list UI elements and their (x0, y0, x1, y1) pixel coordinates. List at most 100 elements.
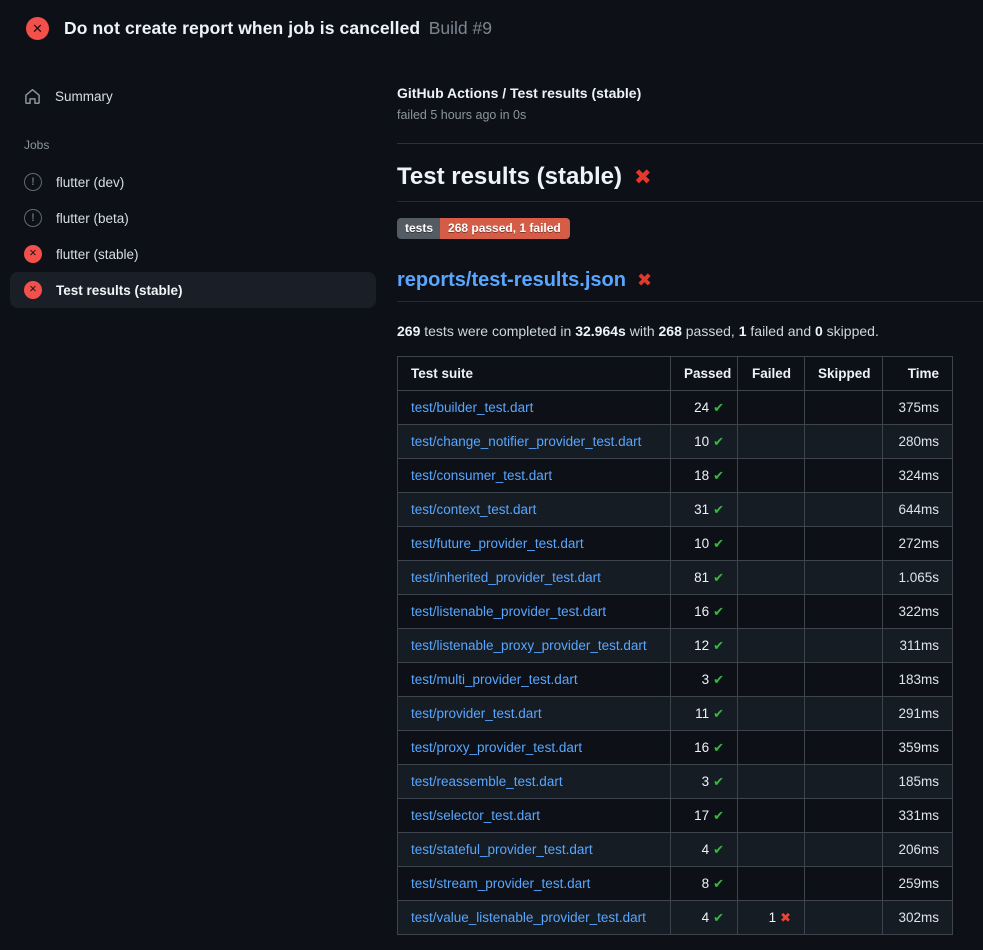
table-row: test/value_listenable_provider_test.dart… (398, 901, 953, 935)
cell-passed: 8✔ (671, 867, 738, 901)
sidebar-item-label: flutter (stable) (56, 247, 139, 262)
cell-passed: 3✔ (671, 663, 738, 697)
cell-failed (738, 561, 805, 595)
cell-skipped (805, 425, 883, 459)
cell-passed: 18✔ (671, 459, 738, 493)
summary-segment: 269 (397, 323, 420, 339)
breadcrumb: GitHub Actions / Test results (stable) (397, 85, 983, 101)
cell-passed: 17✔ (671, 799, 738, 833)
cell-time: 206ms (883, 833, 953, 867)
cell-skipped (805, 561, 883, 595)
check-icon: ✔ (713, 740, 724, 755)
cell-passed: 10✔ (671, 425, 738, 459)
test-suite-link[interactable]: test/proxy_provider_test.dart (411, 740, 582, 755)
cell-failed (738, 459, 805, 493)
sidebar-item-flutter-stable[interactable]: ✕ flutter (stable) (10, 236, 376, 272)
test-suite-link[interactable]: test/inherited_provider_test.dart (411, 570, 601, 585)
table-row: test/stateful_provider_test.dart4✔206ms (398, 833, 953, 867)
test-suite-link[interactable]: test/context_test.dart (411, 502, 536, 517)
jobs-list: !flutter (dev)!flutter (beta) ✕ flutter (s… (10, 164, 376, 308)
test-suite-link[interactable]: test/stream_provider_test.dart (411, 876, 590, 891)
cell-passed: 31✔ (671, 493, 738, 527)
cell-failed (738, 595, 805, 629)
test-suite-link[interactable]: test/listenable_proxy_provider_test.dart (411, 638, 647, 653)
cell-failed (738, 527, 805, 561)
column-header-skipped: Skipped (805, 357, 883, 391)
cross-mark-icon: ✖ (634, 165, 652, 190)
cell-failed (738, 425, 805, 459)
test-suite-link[interactable]: test/reassemble_test.dart (411, 774, 563, 789)
check-icon: ✔ (713, 876, 724, 891)
cell-time: 291ms (883, 697, 953, 731)
summary-segment: with (626, 323, 659, 339)
cell-time: 272ms (883, 527, 953, 561)
column-header-passed: Passed (671, 357, 738, 391)
results-table: Test suitePassedFailedSkippedTime test/b… (397, 356, 953, 935)
cell-time: 331ms (883, 799, 953, 833)
sidebar: Summary Jobs !flutter (dev)!flutter (bet… (0, 55, 390, 308)
check-icon: ✔ (713, 570, 724, 585)
report-file-link[interactable]: reports/test-results.json (397, 269, 626, 292)
table-row: test/listenable_proxy_provider_test.dart… (398, 629, 953, 663)
cell-time: 324ms (883, 459, 953, 493)
cell-test-suite: test/listenable_provider_test.dart (398, 595, 671, 629)
test-suite-link[interactable]: test/value_listenable_provider_test.dart (411, 910, 646, 925)
cell-test-suite: test/provider_test.dart (398, 697, 671, 731)
cell-failed: 1✖ (738, 901, 805, 935)
check-icon: ✔ (713, 434, 724, 449)
test-suite-link[interactable]: test/consumer_test.dart (411, 468, 552, 483)
x-circle-icon: ✕ (24, 281, 42, 299)
jobs-heading: Jobs (10, 132, 376, 164)
test-suite-link[interactable]: test/provider_test.dart (411, 706, 542, 721)
x-circle-icon: ✕ (26, 17, 49, 40)
check-icon: ✔ (713, 672, 724, 687)
cell-test-suite: test/builder_test.dart (398, 391, 671, 425)
x-circle-icon: ✕ (24, 245, 42, 263)
cell-test-suite: test/stateful_provider_test.dart (398, 833, 671, 867)
cell-time: 359ms (883, 731, 953, 765)
summary-segment: 32.964s (575, 323, 626, 339)
test-suite-link[interactable]: test/builder_test.dart (411, 400, 533, 415)
home-icon (24, 88, 41, 105)
alert-circle-icon: ! (24, 209, 42, 227)
cell-skipped (805, 663, 883, 697)
section-title-text: Test results (stable) (397, 163, 622, 191)
table-row: test/provider_test.dart 11✔ 291ms (398, 697, 953, 731)
test-suite-link[interactable]: test/future_provider_test.dart (411, 536, 584, 551)
cross-icon: ✖ (780, 910, 791, 925)
summary-segment: 1 (739, 323, 747, 339)
cell-test-suite: test/selector_test.dart (398, 799, 671, 833)
table-row: test/listenable_provider_test.dart16✔322… (398, 595, 953, 629)
test-suite-link[interactable]: test/change_notifier_provider_test.dart (411, 434, 641, 449)
cell-passed: 16✔ (671, 731, 738, 765)
sidebar-item-summary[interactable]: Summary (10, 79, 376, 114)
test-suite-link[interactable]: test/listenable_provider_test.dart (411, 604, 606, 619)
cell-passed: 12✔ (671, 629, 738, 663)
test-suite-link[interactable]: test/multi_provider_test.dart (411, 672, 578, 687)
cell-failed (738, 765, 805, 799)
summary-segment: tests were completed in (420, 323, 575, 339)
cell-time: 1.065s (883, 561, 953, 595)
cell-skipped (805, 867, 883, 901)
cell-passed: 11✔ (671, 697, 738, 731)
check-icon: ✔ (713, 502, 724, 517)
test-suite-link[interactable]: test/selector_test.dart (411, 808, 540, 823)
cell-test-suite: test/multi_provider_test.dart (398, 663, 671, 697)
test-suite-link[interactable]: test/stateful_provider_test.dart (411, 842, 593, 857)
workflow-title: Do not create report when job is cancell… (64, 18, 420, 38)
sidebar-item-test-results-stable[interactable]: ✕Test results (stable) (10, 272, 376, 308)
cell-test-suite: test/future_provider_test.dart (398, 527, 671, 561)
check-icon: ✔ (713, 774, 724, 789)
cell-skipped (805, 459, 883, 493)
cell-failed (738, 833, 805, 867)
column-header-failed: Failed (738, 357, 805, 391)
sidebar-item-flutter-dev[interactable]: !flutter (dev) (10, 164, 376, 200)
cell-time: 183ms (883, 663, 953, 697)
check-icon: ✔ (713, 468, 724, 483)
cell-test-suite: test/proxy_provider_test.dart (398, 731, 671, 765)
cell-test-suite: test/consumer_test.dart (398, 459, 671, 493)
table-row: test/context_test.dart31✔644ms (398, 493, 953, 527)
sidebar-item-flutter-beta[interactable]: !flutter (beta) (10, 200, 376, 236)
cell-failed (738, 493, 805, 527)
table-row: test/consumer_test.dart 18✔ 324ms (398, 459, 953, 493)
